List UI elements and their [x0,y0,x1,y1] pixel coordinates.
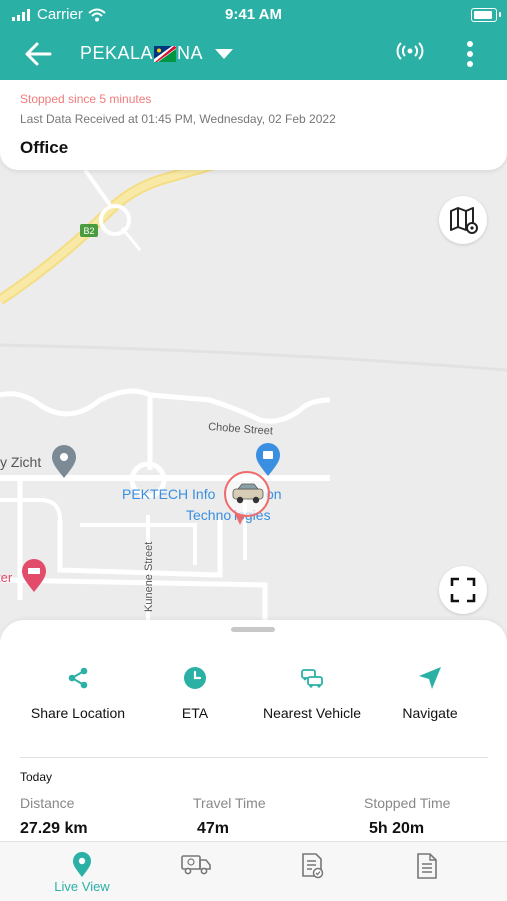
back-arrow-icon[interactable] [22,38,54,70]
eta-button[interactable]: ETA [132,665,258,721]
clock-icon [184,667,206,689]
location-pin-icon [73,852,91,877]
nav-documents[interactable] [382,842,472,901]
truck-icon [181,855,211,875]
stats-divider [20,757,488,758]
stats-period: Today [20,770,53,784]
nav-trips[interactable] [151,842,241,901]
poi-name-line2: Techno [186,507,231,523]
distance-value: 27.29 km [20,820,88,837]
fullscreen-button[interactable] [439,566,487,614]
nav-live-view[interactable]: Live View [37,842,127,901]
document-icon [417,853,437,879]
title-suffix: NA [177,43,204,63]
report-check-icon [302,853,324,879]
car-icon [232,483,264,504]
location-name: Office [20,138,69,157]
map-roads: B2 Chobe Street Kunene Street y Zicht te… [0,160,507,640]
nav-live-view-label: Live View [54,879,110,894]
status-bar: Carrier 9:41 AM [0,0,507,30]
nav-reports[interactable] [267,842,357,901]
battery-icon [471,8,501,22]
signal-broadcast-icon[interactable] [396,40,424,62]
dropdown-caret-icon [215,48,234,59]
title-prefix: PEKALA [80,43,154,63]
vehicle-title: PEKALA NA [80,43,203,64]
poi-name-line1: PEKTECH Info [122,486,216,502]
vehicle-selector[interactable]: PEKALA NA [80,43,234,64]
navigate-icon [419,667,441,689]
clock-time: 9:41 AM [225,6,282,23]
road-badge-label: B2 [83,226,94,236]
nearest-vehicle-icon [301,669,323,688]
nearest-vehicle-button[interactable]: Nearest Vehicle [249,665,375,721]
street-label-kunene: Kunene Street [143,542,155,612]
namibia-flag-icon [154,45,177,62]
eta-label: ETA [181,705,209,721]
stopped-time-value: 5h 20m [369,820,425,837]
poi-label-left2: ter [0,570,13,585]
bottom-sheet: Share Location ETA Nearest Vehicle Navig… [0,620,507,842]
vehicle-info-card: Stopped since 5 minutes Last Data Receiv… [0,80,507,170]
stopped-time-label: Stopped Time [364,795,451,811]
map-settings-icon [450,207,478,234]
drag-handle[interactable] [231,627,275,632]
fullscreen-icon [450,577,476,603]
share-icon [68,667,88,689]
travel-time-value: 47m [197,820,230,837]
distance-label: Distance [20,795,75,811]
map-view[interactable]: B2 Chobe Street Kunene Street y Zicht te… [0,160,507,640]
vehicle-marker[interactable] [224,471,270,517]
nearest-vehicle-label: Nearest Vehicle [262,705,362,721]
share-location-button[interactable]: Share Location [15,665,141,721]
navigate-label: Navigate [402,705,458,721]
bottom-navigation: Live View [0,841,507,901]
last-data-timestamp: Last Data Received at 01:45 PM, Wednesda… [20,112,336,126]
navigate-button[interactable]: Navigate [367,665,493,721]
share-location-label: Share Location [30,705,126,721]
poi-label-left: y Zicht [0,454,41,470]
map-layers-button[interactable] [439,196,487,244]
app-bar: PEKALA NA [0,30,507,80]
more-options-icon[interactable] [460,39,480,69]
travel-time-label: Travel Time [193,795,266,811]
vehicle-status-text: Stopped since 5 minutes [20,92,152,106]
